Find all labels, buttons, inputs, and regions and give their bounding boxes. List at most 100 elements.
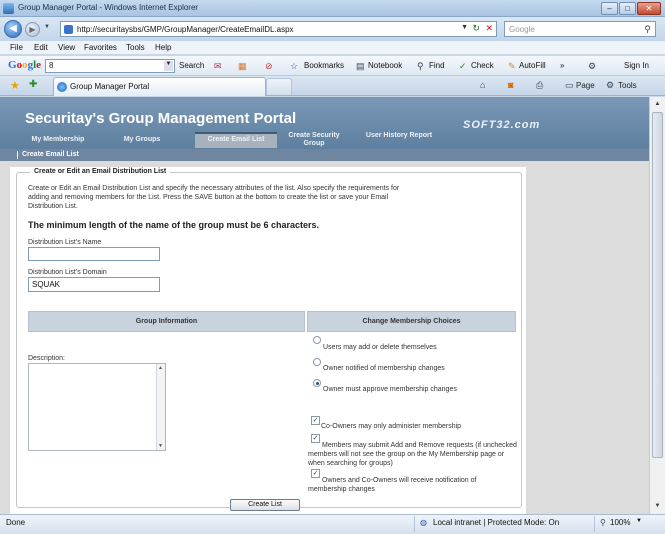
- nav-my-membership[interactable]: My Membership: [18, 136, 98, 144]
- form-legend: Create or Edit an Email Distribution Lis…: [30, 168, 171, 175]
- status-divider: [594, 516, 595, 532]
- minimize-button[interactable]: –: [601, 2, 618, 15]
- zoom-dropdown-icon[interactable]: ▼: [636, 518, 642, 524]
- address-url: http://securitaysbs/GMP/GroupManager/Cre…: [77, 25, 294, 34]
- breadcrumb-divider: [17, 151, 18, 159]
- nav-create-security-group[interactable]: Create Security Group: [280, 132, 348, 148]
- menu-help[interactable]: Help: [155, 43, 171, 52]
- refresh-icon[interactable]: ↻: [472, 23, 480, 34]
- status-text: Done: [6, 518, 26, 527]
- radio-owner-notified[interactable]: [313, 358, 321, 366]
- page-content: Securitay's Group Management Portal SOFT…: [0, 97, 649, 514]
- status-bar: [0, 514, 665, 534]
- print-icon[interactable]: ⎙: [536, 80, 543, 91]
- textarea-scrollbar[interactable]: ▲ ▼: [156, 364, 165, 450]
- checkbox-member-requests-label: Members may submit Add and Remove reques…: [308, 442, 517, 467]
- radio-owner-notified-label: Owner notified of membership changes: [323, 365, 445, 372]
- scroll-thumb[interactable]: [652, 112, 663, 458]
- tools-menu[interactable]: Tools: [618, 81, 637, 90]
- search-icon[interactable]: ⚲: [644, 24, 651, 35]
- window-titlebar: Group Manager Portal - Windows Internet …: [0, 0, 665, 17]
- breadcrumb-bar: [0, 149, 649, 161]
- group-info-header: Group Information: [28, 311, 305, 332]
- pagerank-icon[interactable]: ▦: [238, 61, 247, 72]
- popup-icon[interactable]: ⊘: [265, 61, 273, 72]
- name-input[interactable]: [28, 247, 160, 261]
- security-zone: Local intranet | Protected Mode: On: [433, 518, 560, 527]
- tab-label: Group Manager Portal: [70, 82, 150, 91]
- new-tab-button[interactable]: [266, 78, 292, 95]
- menu-tools[interactable]: Tools: [126, 43, 145, 52]
- watermark-logo: SOFT32.com: [463, 119, 541, 131]
- intranet-icon: ◍: [420, 518, 427, 527]
- create-list-button[interactable]: Create List: [230, 499, 300, 511]
- favorites-star-icon[interactable]: ★: [10, 79, 20, 92]
- menu-view[interactable]: View: [58, 43, 75, 52]
- find-icon: ⚲: [417, 61, 424, 71]
- membership-choices-header: Change Membership Choices: [307, 311, 516, 332]
- portal-title: Securitay's Group Management Portal: [25, 110, 297, 127]
- scroll-up-icon[interactable]: ▲: [652, 99, 663, 110]
- stop-icon[interactable]: ✕: [485, 23, 493, 34]
- google-search-button[interactable]: Search: [179, 61, 204, 70]
- tab-group-manager-portal[interactable]: Group Manager Portal: [53, 77, 266, 96]
- nav-my-groups[interactable]: My Groups: [110, 136, 174, 144]
- scroll-up-icon[interactable]: ▲: [158, 365, 163, 371]
- nav-user-history-report[interactable]: User History Report: [358, 132, 440, 140]
- min-length-note: The minimum length of the name of the gr…: [28, 220, 320, 230]
- address-dropdown-icon[interactable]: ▼: [461, 24, 468, 31]
- window-title: Group Manager Portal - Windows Internet …: [18, 3, 199, 12]
- feeds-icon[interactable]: ◙: [508, 80, 513, 90]
- radio-owner-approve-label: Owner must approve membership changes: [323, 386, 457, 393]
- search-input[interactable]: Google ⚲: [504, 21, 656, 37]
- google-search-box[interactable]: 8 ▼: [45, 59, 175, 73]
- page-icon: ▭: [565, 80, 574, 90]
- history-dropdown-icon[interactable]: ▼: [44, 24, 50, 30]
- radio-self-manage[interactable]: [313, 336, 321, 344]
- spellcheck-icon: ✓: [459, 61, 467, 71]
- menu-favorites[interactable]: Favorites: [84, 43, 117, 52]
- bookmarks-button[interactable]: Bookmarks: [304, 61, 344, 70]
- signin-button[interactable]: Sign In: [624, 61, 649, 70]
- page-scrollbar[interactable]: ▲ ▼: [649, 97, 665, 514]
- address-bar[interactable]: http://securitaysbs/GMP/GroupManager/Cre…: [60, 21, 497, 37]
- google-logo: Google: [8, 59, 42, 71]
- check-button[interactable]: Check: [471, 61, 494, 70]
- scroll-down-icon[interactable]: ▼: [158, 443, 163, 449]
- radio-self-manage-label: Users may add or delete themselves: [323, 344, 437, 351]
- wrench-icon[interactable]: ⚙: [588, 61, 596, 72]
- page-menu[interactable]: Page: [576, 81, 595, 90]
- close-button[interactable]: ✕: [637, 2, 661, 15]
- zoom-icon: ⚲: [600, 518, 606, 527]
- menu-file[interactable]: File: [10, 43, 23, 52]
- share-icon[interactable]: ✉: [214, 61, 222, 72]
- toolbar-more-button[interactable]: »: [560, 61, 564, 70]
- notebook-icon: ▤: [356, 61, 365, 71]
- find-button[interactable]: Find: [429, 61, 445, 70]
- bookmarks-star-icon: ☆: [290, 61, 299, 71]
- description-label: Description:: [28, 355, 65, 362]
- name-label: Distribution List's Name: [28, 239, 102, 246]
- radio-owner-approve[interactable]: [313, 379, 321, 387]
- maximize-button[interactable]: □: [619, 2, 636, 15]
- domain-input[interactable]: SQUAK: [28, 277, 160, 292]
- zoom-level[interactable]: 100%: [610, 518, 630, 527]
- nav-create-email-list[interactable]: Create Email List: [195, 136, 277, 144]
- autofill-button[interactable]: AutoFill: [519, 61, 546, 70]
- notebook-button[interactable]: Notebook: [368, 61, 402, 70]
- checkbox-coowners-admin-label: Co-Owners may only administer membership: [321, 423, 462, 430]
- page-icon: [64, 25, 73, 34]
- checkbox-notify-owners-label: Owners and Co-Owners will receive notifi…: [308, 477, 477, 493]
- add-favorites-icon[interactable]: ✚: [29, 79, 37, 90]
- google-box-dropdown-icon[interactable]: ▼: [164, 61, 173, 71]
- autofill-icon: ✎: [508, 61, 516, 71]
- back-button[interactable]: ◀: [4, 20, 22, 38]
- description-textarea[interactable]: ▲ ▼: [28, 363, 166, 451]
- menu-bar: File Edit View Favorites Tools Help: [0, 41, 665, 55]
- scroll-down-icon[interactable]: ▼: [652, 501, 663, 512]
- home-icon[interactable]: ⌂: [480, 80, 485, 90]
- forward-button[interactable]: ▶: [25, 22, 40, 37]
- checkbox-coowners-admin[interactable]: ✓: [311, 416, 320, 425]
- domain-label: Distribution List's Domain: [28, 269, 107, 276]
- menu-edit[interactable]: Edit: [34, 43, 48, 52]
